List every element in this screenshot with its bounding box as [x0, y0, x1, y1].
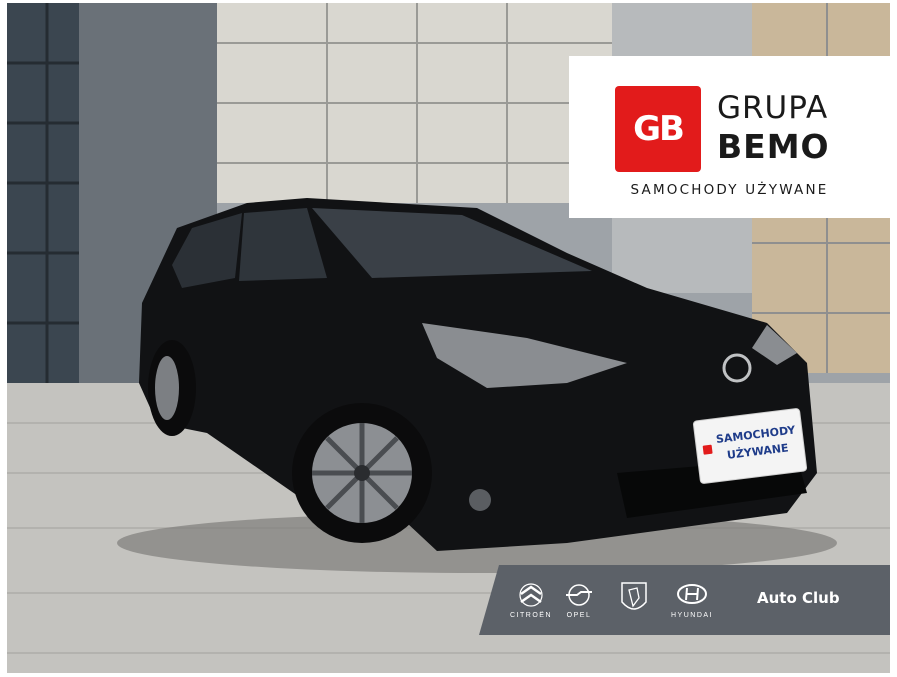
gb-logo-mark: GB	[615, 86, 701, 172]
peugeot-logo-icon	[621, 582, 647, 610]
front-hub	[354, 465, 370, 481]
brand-name-line2: BEMO	[717, 127, 830, 166]
opel-label: OPEL	[566, 612, 592, 619]
fog-light	[469, 489, 491, 511]
citroen-logo-icon	[519, 583, 543, 607]
hyundai-label: HYUNDAI	[670, 612, 713, 619]
brand-tagline: SAMOCHODY UŻYWANE	[630, 182, 829, 198]
dealer-logo-card: GB GRUPA BEMO SAMOCHODY UŻYWANE	[569, 56, 890, 218]
license-plate: SAMOCHODY UŻYWANE	[693, 408, 807, 484]
auto-club-label: Auto Club	[757, 589, 840, 607]
rear-rim	[155, 356, 179, 420]
brand-name-line1: GRUPA	[717, 90, 829, 126]
plate-badge-icon	[702, 444, 713, 455]
brand-bar: CITROËN OPEL HYUNDAI Auto Club	[479, 565, 890, 635]
opel-logo-icon	[566, 584, 592, 606]
hyundai-logo-icon	[677, 584, 707, 604]
plate-text: SAMOCHODY UŻYWANE	[711, 421, 802, 465]
